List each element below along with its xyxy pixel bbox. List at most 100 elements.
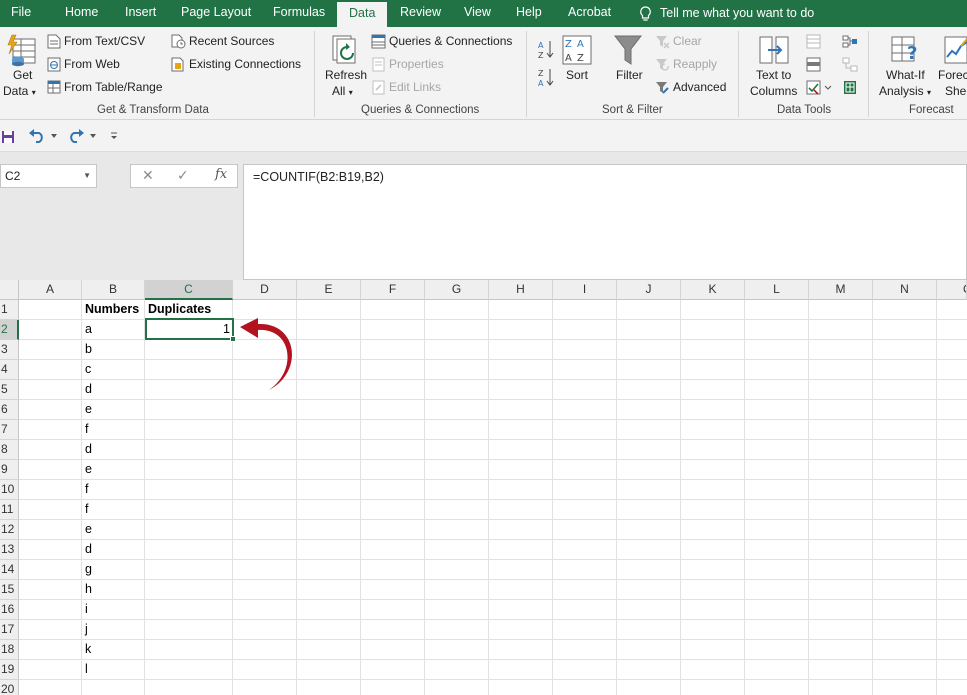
get-data-label-2: Data ▾ (3, 84, 36, 98)
row-header-9[interactable]: 9 (0, 460, 19, 480)
data-model-icon[interactable] (842, 80, 858, 95)
relationships-icon[interactable] (842, 57, 858, 72)
cell-b2[interactable]: a (82, 319, 92, 339)
cell-b14[interactable]: g (82, 559, 92, 579)
cell-b18[interactable]: k (82, 639, 91, 659)
redo-icon[interactable] (67, 129, 85, 143)
column-header-g[interactable]: G (425, 280, 489, 300)
tell-me-search[interactable]: Tell me what you want to do (639, 0, 814, 27)
column-header-h[interactable]: H (489, 280, 553, 300)
redo-dropdown-icon[interactable] (89, 132, 97, 140)
gridline (19, 499, 967, 500)
row-header-3[interactable]: 3 (0, 340, 19, 360)
cell-b4[interactable]: c (82, 359, 91, 379)
confirm-icon[interactable]: ✓ (177, 167, 189, 184)
queries-connections-label: Queries & Connections (389, 34, 513, 48)
column-header-n[interactable]: N (873, 280, 937, 300)
row-header-2[interactable]: 2 (0, 320, 19, 340)
cell-b10[interactable]: f (82, 479, 88, 499)
flash-fill-icon[interactable] (806, 34, 821, 49)
cell-b16[interactable]: i (82, 599, 88, 619)
remove-duplicates-icon[interactable] (806, 57, 821, 72)
active-cell-selection (145, 318, 234, 340)
tab-home[interactable]: Home (65, 0, 98, 27)
row-header-6[interactable]: 6 (0, 400, 19, 420)
cell-b8[interactable]: d (82, 439, 92, 459)
save-icon[interactable] (1, 130, 15, 144)
tab-review[interactable]: Review (400, 0, 441, 27)
undo-icon[interactable] (28, 129, 46, 143)
cancel-icon[interactable]: ✕ (142, 167, 154, 184)
row-header-1[interactable]: 1 (0, 300, 19, 320)
cell-b6[interactable]: e (82, 399, 92, 419)
row-header-15[interactable]: 15 (0, 580, 19, 600)
tab-page-layout[interactable]: Page Layout (181, 0, 251, 27)
cell-b19[interactable]: l (82, 659, 88, 679)
column-header-d[interactable]: D (233, 280, 297, 300)
row-header-18[interactable]: 18 (0, 640, 19, 660)
column-header-o[interactable]: O (937, 280, 967, 300)
cell-b9[interactable]: e (82, 459, 92, 479)
dropdown-caret-icon: ▾ (927, 88, 932, 97)
row-header-7[interactable]: 7 (0, 420, 19, 440)
from-text-csv-label: From Text/CSV (64, 34, 146, 48)
column-header-b[interactable]: B (82, 280, 145, 300)
cell-b7[interactable]: f (82, 419, 88, 439)
customize-toolbar-icon[interactable] (109, 131, 119, 141)
column-header-l[interactable]: L (745, 280, 809, 300)
row-header-4[interactable]: 4 (0, 360, 19, 380)
edit-links-icon (372, 80, 385, 95)
row-header-10[interactable]: 10 (0, 480, 19, 500)
curved-arrow-icon (240, 318, 292, 390)
column-header-c[interactable]: C (145, 280, 233, 300)
formula-input[interactable]: =COUNTIF(B2:B19,B2) (243, 164, 967, 280)
cell-b15[interactable]: h (82, 579, 92, 599)
gridline (19, 439, 967, 440)
cell-c1[interactable]: Duplicates (145, 299, 211, 319)
cell-b17[interactable]: j (82, 619, 88, 639)
column-header-i[interactable]: I (553, 280, 617, 300)
consolidate-icon[interactable] (842, 34, 858, 49)
cell-b13[interactable]: d (82, 539, 92, 559)
row-header-5[interactable]: 5 (0, 380, 19, 400)
insert-function-icon[interactable]: fx (215, 167, 227, 182)
name-box[interactable]: C2 ▼ (0, 164, 97, 188)
dropdown-caret-icon: ▾ (348, 88, 353, 97)
group-separator (526, 31, 527, 117)
row-header-16[interactable]: 16 (0, 600, 19, 620)
column-header-j[interactable]: J (617, 280, 681, 300)
tab-data[interactable]: Data (337, 0, 388, 27)
tab-view[interactable]: View (464, 0, 491, 27)
column-header-m[interactable]: M (809, 280, 873, 300)
worksheet-grid[interactable]: A B C D E F G H I J K L M N O 1 2 3 4 5 … (0, 280, 967, 695)
row-header-11[interactable]: 11 (0, 500, 19, 520)
row-header-13[interactable]: 13 (0, 540, 19, 560)
select-all-corner[interactable] (0, 280, 19, 300)
tab-help[interactable]: Help (516, 0, 542, 27)
column-header-a[interactable]: A (19, 280, 82, 300)
tab-file[interactable]: File (11, 0, 31, 27)
cell-b12[interactable]: e (82, 519, 92, 539)
row-header-19[interactable]: 19 (0, 660, 19, 680)
tab-formulas[interactable]: Formulas (273, 0, 325, 27)
row-header-14[interactable]: 14 (0, 560, 19, 580)
cell-b5[interactable]: d (82, 379, 92, 399)
undo-dropdown-icon[interactable] (50, 132, 58, 140)
data-validation-icon[interactable] (806, 80, 832, 95)
chevron-down-icon[interactable]: ▼ (83, 165, 91, 187)
what-if-label-2: Analysis ▾ (879, 84, 932, 98)
recent-sources-icon (171, 34, 186, 49)
row-header-12[interactable]: 12 (0, 520, 19, 540)
tab-insert[interactable]: Insert (125, 0, 156, 27)
column-header-e[interactable]: E (297, 280, 361, 300)
cell-b3[interactable]: b (82, 339, 92, 359)
cell-b1[interactable]: Numbers (82, 299, 139, 319)
column-header-k[interactable]: K (681, 280, 745, 300)
tab-acrobat[interactable]: Acrobat (568, 0, 611, 27)
row-header-20[interactable]: 20 (0, 680, 19, 695)
row-header-17[interactable]: 17 (0, 620, 19, 640)
cell-b11[interactable]: f (82, 499, 88, 519)
column-header-f[interactable]: F (361, 280, 425, 300)
row-header-8[interactable]: 8 (0, 440, 19, 460)
group-separator (738, 31, 739, 117)
